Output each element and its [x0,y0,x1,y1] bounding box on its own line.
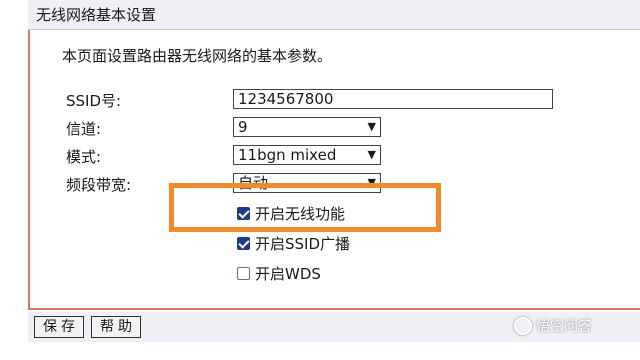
channel-value: 9 [238,118,248,136]
channel-select[interactable]: 9 ▼ [233,117,381,137]
enable-ssid-broadcast-label: 开启SSID广播 [255,235,351,253]
page-description: 本页面设置路由器无线网络的基本参数。 [62,47,333,65]
watermark: 悟空问答 [514,316,592,336]
enable-ssid-broadcast-row[interactable]: 开启SSID广播 [237,233,350,254]
bandwidth-value: 自动 [238,174,269,192]
bandwidth-label: 频段带宽: [66,176,132,194]
dropdown-arrow-icon: ▼ [367,120,376,133]
watermark-logo-icon [514,317,532,335]
enable-wds-row[interactable]: 开启WDS [237,263,321,284]
ssid-label: SSID号: [66,92,122,110]
mode-select[interactable]: 11bgn mixed ▼ [233,145,381,165]
enable-wireless-label: 开启无线功能 [255,205,346,223]
bandwidth-select[interactable]: 自动 ▼ [233,173,381,193]
watermark-text: 悟空问答 [536,319,592,335]
enable-wireless-row[interactable]: 开启无线功能 [237,203,345,224]
settings-panel [28,30,640,310]
mode-label: 模式: [66,148,102,166]
channel-label: 信道: [66,120,102,138]
dropdown-arrow-icon: ▼ [367,176,376,189]
page-title: 无线网络基本设置 [28,0,640,30]
save-button[interactable]: 保存 [34,316,84,338]
help-button[interactable]: 帮助 [91,316,141,338]
ssid-input[interactable]: 1234567800 [233,89,553,109]
enable-wds-label: 开启WDS [255,265,321,283]
dropdown-arrow-icon: ▼ [367,148,376,161]
enable-ssid-broadcast-checkbox[interactable] [237,237,250,250]
enable-wireless-checkbox[interactable] [237,207,250,220]
mode-value: 11bgn mixed [238,146,337,164]
enable-wds-checkbox[interactable] [237,267,250,280]
